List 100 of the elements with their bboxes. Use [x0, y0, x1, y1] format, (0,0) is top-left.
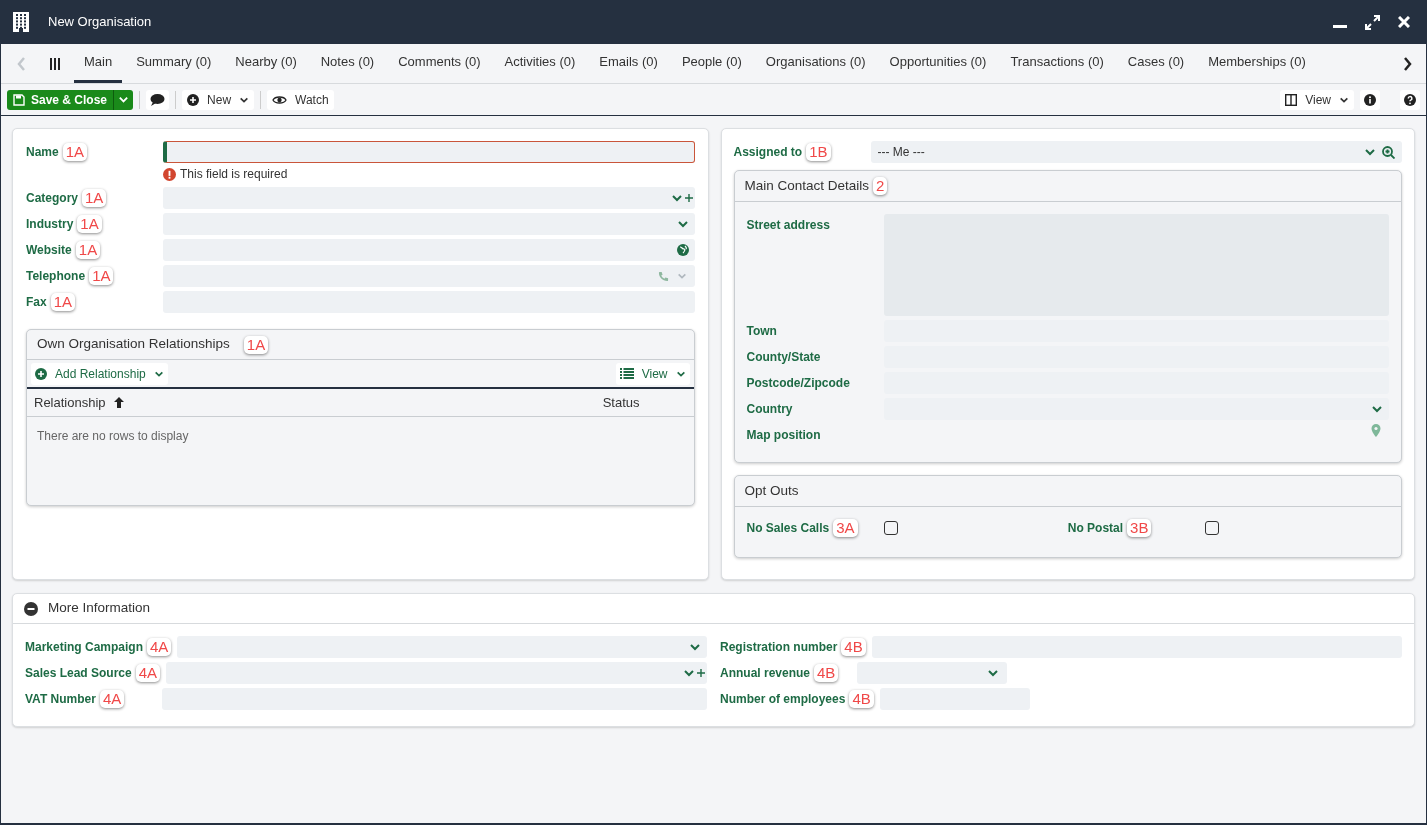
- tab[interactable]: Transactions (0): [1000, 44, 1114, 83]
- annotation-badge: 4A: [99, 690, 125, 708]
- list-icon: [619, 368, 634, 379]
- chevron-down-icon: [676, 271, 687, 281]
- field-label: Town: [746, 323, 777, 340]
- info-button[interactable]: [1360, 89, 1380, 110]
- annotation-badge: 1B: [806, 143, 831, 161]
- section-toggle[interactable]: More Information: [13, 594, 1414, 624]
- column-header[interactable]: Status: [602, 392, 640, 413]
- select-field[interactable]: [857, 662, 1007, 684]
- field-label: VAT Number: [25, 691, 96, 708]
- panel-title: Main Contact Details: [744, 176, 870, 195]
- tab[interactable]: Main: [74, 44, 123, 83]
- field-label: Annual revenue: [720, 665, 811, 682]
- view-button[interactable]: View: [615, 362, 690, 385]
- empty-message: There are no rows to display: [36, 428, 190, 445]
- website-input[interactable]: [163, 239, 695, 261]
- column-header[interactable]: Relationship: [34, 392, 106, 413]
- tab[interactable]: Notes (0): [310, 44, 385, 83]
- annotation-badge: 4A: [147, 638, 172, 656]
- field-label: Telephone: [26, 268, 86, 285]
- chevron-down-icon: [1371, 403, 1383, 415]
- field-label: No Postal: [1067, 520, 1124, 537]
- checkbox[interactable]: [883, 521, 898, 535]
- plus-circle-icon: [35, 367, 47, 380]
- select-field[interactable]: [883, 398, 1389, 420]
- panel-title: Opt Outs: [744, 481, 799, 500]
- field-label: Fax: [26, 294, 47, 311]
- info-icon: [1364, 93, 1376, 106]
- field-label: Postcode/Zipcode: [746, 375, 850, 392]
- plus-icon: [684, 194, 693, 202]
- name-input[interactable]: [163, 141, 695, 163]
- assigned-select[interactable]: --- Me ---: [870, 141, 1402, 163]
- error-icon: [163, 167, 176, 181]
- select-field[interactable]: [163, 187, 695, 209]
- minus-circle-icon: [24, 601, 38, 616]
- field-label: Sales Lead Source: [25, 665, 132, 682]
- tab[interactable]: Cases (0): [1117, 44, 1195, 83]
- tab[interactable]: Organisations (0): [755, 44, 876, 83]
- checkbox[interactable]: [1204, 521, 1219, 535]
- annotation-badge: 1A: [89, 267, 114, 285]
- help-button[interactable]: [1400, 89, 1420, 110]
- tab[interactable]: Opportunities (0): [879, 44, 997, 83]
- chevron-down-icon: [118, 94, 130, 105]
- annotation-badge: 1A: [82, 189, 107, 207]
- tab[interactable]: Memberships (0): [1198, 44, 1316, 83]
- maximize-icon[interactable]: [1365, 14, 1380, 30]
- columns-layout-icon: [1285, 93, 1298, 106]
- field-label: Map position: [746, 427, 821, 444]
- comment-button[interactable]: [146, 89, 170, 110]
- save-close-button[interactable]: Save & Close: [7, 89, 114, 110]
- chevron-down-icon: [987, 667, 999, 679]
- plus-icon: [697, 669, 705, 677]
- annotation-badge: 1A: [77, 215, 102, 233]
- select-field[interactable]: [163, 213, 695, 235]
- globe-icon: [676, 244, 689, 256]
- annotation-badge: 3B: [1127, 519, 1152, 537]
- tab[interactable]: Activities (0): [494, 44, 586, 83]
- sort-up-icon[interactable]: [113, 397, 124, 408]
- phone-icon: [657, 270, 669, 282]
- select-field[interactable]: [166, 662, 707, 684]
- window-title: New Organisation: [48, 13, 153, 32]
- annotation-badge: 1A: [243, 335, 269, 354]
- watch-button[interactable]: Watch: [267, 89, 334, 110]
- tab[interactable]: Emails (0): [589, 44, 668, 83]
- chevron-down-icon: [683, 667, 695, 679]
- tab[interactable]: Nearby (0): [225, 44, 307, 83]
- field-label: Street address: [746, 217, 830, 234]
- annotation-badge: 4A: [135, 664, 161, 682]
- field-label: Country: [746, 401, 793, 418]
- field-label: County/State: [746, 349, 821, 366]
- annotation-badge: 4B: [814, 664, 839, 682]
- chevron-down-icon: [670, 192, 683, 204]
- annotation-badge: 4B: [849, 690, 874, 708]
- save-dropdown-button[interactable]: [113, 89, 134, 110]
- plus-circle-icon: [187, 93, 200, 106]
- select-field[interactable]: [177, 636, 707, 658]
- panel-title: Own Organisation Relationships: [37, 335, 230, 354]
- zoom-in-icon[interactable]: [1382, 145, 1395, 159]
- annotation-badge: 1A: [62, 143, 88, 161]
- annotation-badge: 2: [873, 177, 888, 195]
- building-icon: [13, 12, 29, 32]
- add-relationship-button[interactable]: Add Relationship: [31, 362, 168, 385]
- tab[interactable]: Comments (0): [388, 44, 491, 83]
- tab[interactable]: People (0): [671, 44, 752, 83]
- field-label: Name: [26, 144, 59, 161]
- telephone-input[interactable]: [163, 265, 695, 287]
- tab[interactable]: Summary (0): [126, 44, 222, 83]
- chevron-down-icon: [1364, 146, 1376, 158]
- new-button[interactable]: New: [182, 89, 255, 110]
- field-label: Registration number: [720, 639, 838, 656]
- view-button[interactable]: View: [1280, 89, 1354, 110]
- field-label: Assigned to: [733, 144, 803, 161]
- close-icon[interactable]: [1398, 16, 1410, 28]
- field-label: Website: [26, 242, 72, 259]
- annotation-badge: 4B: [841, 638, 866, 656]
- field-label: Industry: [26, 216, 74, 233]
- field-label: Marketing Campaign: [25, 639, 144, 656]
- map-pin-icon[interactable]: [1371, 424, 1381, 437]
- chevron-down-icon: [689, 641, 701, 653]
